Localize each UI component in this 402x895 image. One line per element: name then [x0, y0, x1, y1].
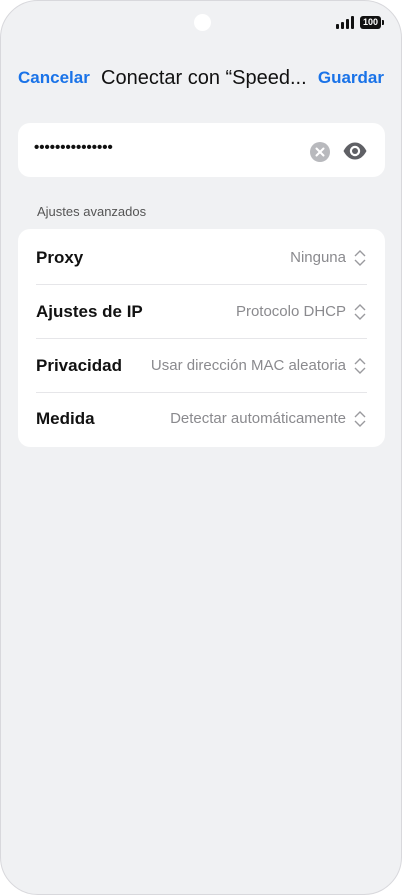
front-camera	[194, 14, 211, 31]
updown-chevron-icon	[354, 357, 366, 374]
updown-chevron-icon	[354, 410, 366, 427]
row-value-group: Protocolo DHCP	[236, 303, 367, 321]
row-label: Privacidad	[36, 355, 122, 375]
eye-icon[interactable]	[342, 140, 368, 162]
row-privacy[interactable]: Privacidad Usar dirección MAC aleatoria	[36, 339, 367, 393]
header: Cancelar Conectar con “Speed... Guardar	[1, 63, 401, 93]
row-value: Usar dirección MAC aleatoria	[150, 357, 346, 374]
row-metered[interactable]: Medida Detectar automáticamente	[36, 392, 367, 445]
cancel-button[interactable]: Cancelar	[18, 68, 90, 88]
advanced-settings-card: Proxy Ninguna Ajustes de IP Protocolo DH…	[18, 229, 385, 447]
phone-screen: 100 Cancelar Conectar con “Speed... Guar…	[0, 0, 402, 895]
page-title: Conectar con “Speed...	[101, 66, 307, 89]
password-card: •••••••••••••••	[18, 123, 385, 177]
row-value-group: Usar dirección MAC aleatoria	[151, 357, 367, 375]
row-value: Protocolo DHCP	[235, 303, 346, 320]
row-label: Medida	[36, 408, 95, 428]
password-input[interactable]: •••••••••••••••	[34, 139, 113, 156]
updown-chevron-icon	[354, 303, 366, 320]
row-value-group: Detectar automáticamente	[170, 410, 367, 428]
battery-level: 100	[362, 17, 378, 27]
row-label: Ajustes de IP	[36, 301, 143, 321]
clear-icon[interactable]	[310, 142, 330, 162]
battery-icon: 100	[359, 16, 385, 29]
advanced-settings-label: Ajustes avanzados	[37, 204, 147, 219]
save-button[interactable]: Guardar	[318, 68, 384, 88]
row-ip-settings[interactable]: Ajustes de IP Protocolo DHCP	[36, 285, 367, 339]
status-bar: 100	[335, 16, 385, 29]
signal-bars-icon	[335, 16, 354, 29]
updown-chevron-icon	[354, 249, 366, 266]
row-label: Proxy	[36, 247, 84, 267]
row-proxy[interactable]: Proxy Ninguna	[36, 231, 367, 285]
row-value: Ninguna	[290, 249, 346, 266]
row-value: Detectar automáticamente	[170, 410, 346, 427]
row-value-group: Ninguna	[290, 249, 367, 267]
